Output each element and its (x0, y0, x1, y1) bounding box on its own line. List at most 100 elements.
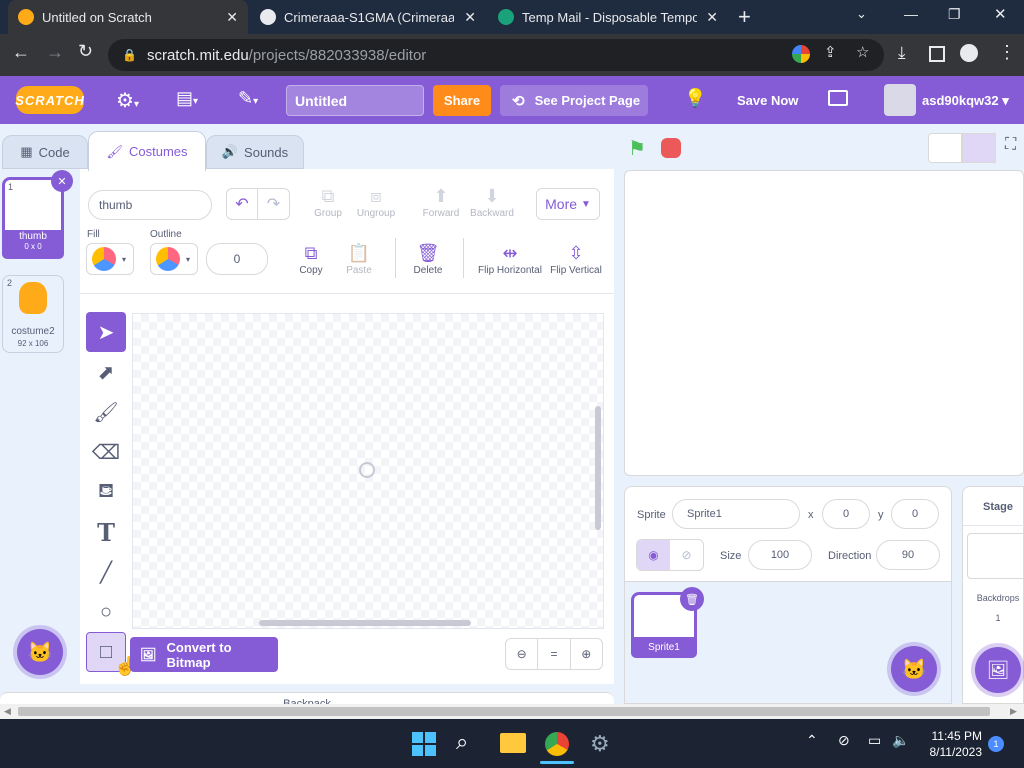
zoom-reset-button[interactable]: = (538, 639, 571, 669)
green-flag-icon[interactable]: ⚑ (628, 136, 650, 160)
side-panel-icon[interactable] (929, 46, 945, 62)
theme-lightbulb-icon[interactable]: 💡 (684, 88, 706, 109)
text-tool[interactable]: T (86, 512, 126, 552)
save-now-button[interactable]: Save Now (737, 93, 798, 108)
search-icon[interactable]: ⌕ (456, 729, 468, 755)
ungroup-button[interactable]: ⧈ Ungroup (346, 186, 406, 219)
volume-icon[interactable]: 🔈 (892, 732, 909, 749)
delete-button[interactable]: 🗑 Delete (398, 243, 458, 276)
window-close-icon[interactable]: ✕ (994, 5, 1007, 23)
download-icon[interactable]: ⤓ (898, 43, 906, 63)
reshape-tool[interactable]: ⬈ (86, 352, 126, 392)
convert-to-bitmap-button[interactable]: 🖼 Convert to Bitmap (130, 637, 278, 672)
avatar[interactable] (884, 84, 916, 116)
normal-stage-button[interactable] (962, 133, 996, 163)
eraser-tool[interactable]: ⌫ (86, 432, 126, 472)
file-menu-icon[interactable]: ▤▾ (176, 88, 198, 109)
choose-backdrop-button[interactable]: 🖼 (975, 647, 1021, 693)
paste-button[interactable]: 📋 Paste (329, 243, 389, 276)
brush-tool[interactable]: 🖌 (86, 392, 126, 432)
browser-tab-tempmail[interactable]: Temp Mail - Disposable Tempora ✕ (488, 0, 728, 34)
restore-icon[interactable]: ❐ (948, 6, 961, 23)
browser-tab-scratch[interactable]: Untitled on Scratch ✕ (8, 0, 248, 34)
size-input[interactable]: 100 (748, 540, 812, 570)
chevron-up-icon[interactable]: ⌃ (806, 732, 818, 749)
windows-start-icon[interactable] (412, 732, 436, 756)
more-menu-button[interactable]: More ▼ (536, 188, 600, 220)
my-stuff-folder-icon[interactable] (828, 90, 848, 106)
select-tool[interactable]: ➤ (86, 312, 126, 352)
google-lens-icon[interactable] (792, 45, 810, 63)
zoom-in-icon[interactable]: ⊕ (571, 639, 602, 669)
username-menu[interactable]: asd90kqw32 ▾ (922, 93, 1009, 109)
kebab-menu-icon[interactable]: ⋮ (998, 42, 1016, 63)
share-button[interactable]: Share (433, 85, 491, 116)
edit-menu-icon[interactable]: ✎▾ (238, 88, 258, 109)
back-icon[interactable]: ← (12, 42, 30, 63)
costume-item[interactable]: 2 costume2 92 x 106 (2, 275, 64, 353)
tab-costumes[interactable]: 🖌 Costumes (88, 131, 206, 171)
file-explorer-icon[interactable] (500, 733, 526, 753)
tab-code[interactable]: ▦ Code (2, 135, 88, 169)
new-tab-icon[interactable]: + (738, 4, 751, 30)
undo-icon[interactable]: ↶ (227, 189, 259, 219)
notification-badge[interactable]: 1 (988, 736, 1004, 752)
clock[interactable]: 11:45 PM 8/11/2023 (922, 728, 983, 760)
scratch-logo[interactable]: SCRATCH (15, 86, 84, 114)
minimize-icon[interactable]: — (904, 6, 918, 22)
delete-costume-icon[interactable]: ✕ (51, 170, 73, 192)
sprite-item-selected[interactable]: 🗑 Sprite1 (631, 587, 704, 658)
zoom-out-icon[interactable]: ⊖ (506, 639, 539, 669)
horizontal-scrollbar[interactable] (259, 620, 471, 626)
close-tab-icon[interactable]: ✕ (226, 9, 238, 26)
choose-sprite-button[interactable]: 🐱 (891, 646, 937, 692)
flip-horizontal-button[interactable]: ⇹ Flip Horizontal (472, 243, 548, 276)
hide-eye-icon[interactable]: ⊘ (670, 540, 703, 570)
forward-icon[interactable]: → (46, 42, 64, 63)
vertical-scrollbar[interactable] (595, 406, 601, 530)
backward-button[interactable]: ⬇ Backward (462, 186, 522, 219)
fill-color-picker[interactable]: ▾ (86, 243, 134, 275)
sprite-name-input[interactable]: Sprite1 (672, 499, 800, 529)
redo-icon[interactable]: ↷ (258, 189, 289, 219)
stop-icon[interactable] (661, 138, 681, 158)
outline-width-input[interactable]: 0 (206, 243, 268, 275)
choose-costume-button[interactable]: 🐱 (17, 629, 63, 675)
fullscreen-icon[interactable]: ⛶ (1005, 136, 1016, 154)
costume-item-selected[interactable]: 1 ✕ thumb 0 x 0 (2, 170, 73, 259)
profile-icon[interactable] (960, 44, 978, 62)
page-horizontal-scrollbar[interactable]: ◀ ▶ (0, 704, 1024, 719)
circle-tool[interactable]: ○ (86, 592, 126, 632)
paint-canvas[interactable] (132, 313, 604, 629)
close-tab-icon[interactable]: ✕ (706, 9, 718, 26)
line-tool[interactable]: ╱ (86, 552, 126, 592)
settings-gear-icon[interactable]: ⚙▾ (116, 88, 139, 113)
show-eye-icon[interactable]: ◉ (637, 540, 670, 570)
project-title-input[interactable]: Untitled (286, 85, 424, 116)
delete-sprite-icon[interactable]: 🗑 (680, 587, 704, 611)
fill-tool[interactable]: ⛾ (86, 472, 126, 512)
outline-color-picker[interactable]: ▾ (150, 243, 198, 275)
close-tab-icon[interactable]: ✕ (464, 9, 476, 26)
bookmark-star-icon[interactable]: ☆ (856, 43, 869, 61)
network-icon[interactable]: ⊘ (838, 732, 850, 749)
scroll-right-icon[interactable]: ▶ (1010, 706, 1017, 717)
browser-tab-github[interactable]: Crimeraaa-S1GMA (Crimeraaa-S1 ✕ (250, 0, 486, 34)
tab-search-chevron-icon[interactable]: ⌄ (856, 6, 867, 22)
share-page-icon[interactable]: ⇪ (824, 43, 837, 61)
reload-icon[interactable]: ↻ (78, 41, 93, 62)
settings-gear-icon[interactable]: ⚙ (590, 731, 610, 757)
small-stage-button[interactable] (928, 133, 962, 163)
address-bar[interactable]: 🔒 scratch.mit.edu/projects/882033938/edi… (108, 39, 884, 71)
see-project-page-button[interactable]: ⟲ See Project Page (500, 85, 648, 116)
costume-name-input[interactable]: thumb (88, 190, 212, 220)
stage-panel[interactable]: Stage Backdrops 1 🖼 (962, 486, 1024, 704)
display-icon[interactable]: ▭ (868, 732, 881, 749)
flip-vertical-button[interactable]: ⇳ Flip Vertical (546, 243, 606, 276)
direction-input[interactable]: 90 (876, 540, 940, 570)
stage-canvas[interactable] (624, 170, 1024, 476)
x-position-input[interactable]: 0 (822, 499, 870, 529)
scroll-thumb[interactable] (18, 707, 990, 716)
tab-sounds[interactable]: 🔊 Sounds (206, 135, 304, 169)
y-position-input[interactable]: 0 (891, 499, 939, 529)
